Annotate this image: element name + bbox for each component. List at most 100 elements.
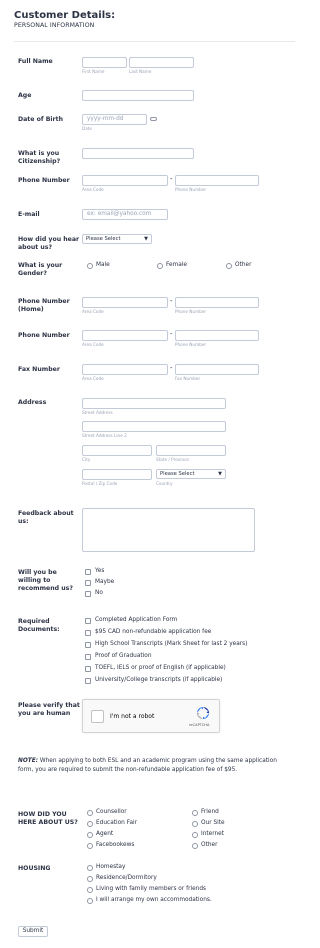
heard-select-value: Please Select xyxy=(86,236,121,242)
heard-site-radio[interactable] xyxy=(192,821,198,827)
heard-internet-radio[interactable] xyxy=(192,832,198,838)
recommend-no-checkbox[interactable] xyxy=(85,591,91,597)
citizenship-input[interactable] xyxy=(82,148,194,159)
housing-option-label: I will arrange my own accommodations. xyxy=(96,897,212,903)
country-select[interactable]: Please Select ▼ xyxy=(156,469,226,479)
phone2-dash: - xyxy=(170,330,173,338)
housing-homestay-radio[interactable] xyxy=(87,865,93,871)
email-label: E-mail xyxy=(18,211,40,218)
dob-input[interactable]: yyyy-mm-dd xyxy=(82,114,147,125)
email-input[interactable]: ex: email@yahoo.com xyxy=(82,209,168,220)
street-input[interactable] xyxy=(82,398,226,409)
gender-other-radio[interactable] xyxy=(226,263,232,269)
doc-label: TOEFL, IELS or proof of English (if appl… xyxy=(95,665,226,671)
doc-checkbox[interactable] xyxy=(85,630,91,636)
heard-option-label: Friend xyxy=(201,809,219,815)
gender-other-label: Other xyxy=(235,262,252,268)
gender-male-radio[interactable] xyxy=(87,263,93,269)
doc-checkbox[interactable] xyxy=(85,654,91,660)
doc-label: High School Transcripts (Mark Sheet for … xyxy=(95,641,248,647)
phone-home-area-sublabel: Area Code xyxy=(82,309,104,314)
captcha-label: Please verify that you are human xyxy=(18,702,80,717)
recommend-no-label: No xyxy=(95,590,103,596)
phone-dash: - xyxy=(170,175,173,183)
doc-checkbox[interactable] xyxy=(85,678,91,684)
state-sublabel: State / Province xyxy=(156,457,189,462)
gender-female-radio[interactable] xyxy=(157,263,163,269)
age-input[interactable] xyxy=(82,90,194,101)
heard-other-radio[interactable] xyxy=(192,843,198,849)
age-label: Age xyxy=(18,92,32,99)
recommend-label: Will you be willing to recommend us? xyxy=(18,569,73,592)
feedback-textarea[interactable] xyxy=(82,508,255,552)
phone-home-number-input[interactable] xyxy=(175,297,259,308)
housing-residence-radio[interactable] xyxy=(87,876,93,882)
street-sublabel: Street Address xyxy=(82,410,113,415)
phone-number-input[interactable] xyxy=(175,175,259,186)
doc-checkbox[interactable] xyxy=(85,642,91,648)
housing-option-label: Homestay xyxy=(96,864,126,870)
phone2-label: Phone Number xyxy=(18,332,70,339)
dob-label: Date of Birth xyxy=(18,116,63,123)
city-sublabel: City xyxy=(82,457,91,462)
phone-home-area-input[interactable] xyxy=(82,297,168,308)
housing-family-radio[interactable] xyxy=(87,887,93,893)
header-divider xyxy=(14,41,295,42)
doc-label: $95 CAD non-refundable application fee xyxy=(95,629,212,635)
heard-option-label: Our Site xyxy=(201,820,225,826)
street2-input[interactable] xyxy=(82,421,226,432)
recommend-yes-checkbox[interactable] xyxy=(85,569,91,575)
heard-agent-radio[interactable] xyxy=(87,832,93,838)
postal-input[interactable] xyxy=(82,469,152,480)
doc-checkbox[interactable] xyxy=(85,618,91,624)
country-select-value: Please Select xyxy=(160,471,195,477)
how-heard-label: HOW DID YOU HERE ABOUT US? xyxy=(18,811,78,826)
phone2-number-sublabel: Phone Number xyxy=(175,342,207,347)
heard-fair-radio[interactable] xyxy=(87,821,93,827)
first-name-input[interactable] xyxy=(82,57,127,68)
recaptcha-checkbox[interactable] xyxy=(91,710,104,723)
phone-home-dash: - xyxy=(170,297,173,305)
housing-own-radio[interactable] xyxy=(87,898,93,904)
heard-select[interactable]: Please Select ▼ xyxy=(82,234,152,244)
heard-friend-radio[interactable] xyxy=(192,810,198,816)
postal-sublabel: Postal / Zip Code xyxy=(82,481,118,486)
first-name-sublabel: First Name xyxy=(82,69,105,74)
form-title: Customer Details: xyxy=(14,10,116,21)
recaptcha-widget: I'm not a robot reCAPTCHA xyxy=(82,699,220,733)
doc-label: University/College transcripts (if appli… xyxy=(95,677,223,683)
fax-area-sublabel: Area Code xyxy=(82,376,104,381)
phone-home-number-sublabel: Phone Number xyxy=(175,309,207,314)
fax-number-input[interactable] xyxy=(175,364,259,375)
doc-label: Proof of Graduation xyxy=(95,653,152,659)
phone-area-input[interactable] xyxy=(82,175,168,186)
gender-label: What is your Gender? xyxy=(18,262,63,277)
phone2-area-input[interactable] xyxy=(82,330,168,341)
fax-area-input[interactable] xyxy=(82,364,168,375)
calendar-icon[interactable] xyxy=(150,117,157,121)
phone-number-sublabel: Phone Number xyxy=(175,187,207,192)
heard-option-label: Internet xyxy=(201,831,225,837)
heard-facebook-radio[interactable] xyxy=(87,843,93,849)
submit-button[interactable]: Submit xyxy=(18,926,48,937)
housing-label: HOUSING xyxy=(18,865,51,872)
recommend-maybe-checkbox[interactable] xyxy=(85,580,91,586)
last-name-input[interactable] xyxy=(129,57,194,68)
chevron-down-icon: ▼ xyxy=(218,471,222,477)
heard-label: How did you hear about us? xyxy=(18,236,80,251)
heard-option-label: Facebookews xyxy=(96,842,135,848)
phone-home-label: Phone Number (Home) xyxy=(18,298,70,313)
doc-checkbox[interactable] xyxy=(85,666,91,672)
heard-counsellor-radio[interactable] xyxy=(87,810,93,816)
housing-option-label: Residence/Dormitory xyxy=(96,875,157,881)
recaptcha-logo-icon xyxy=(197,707,209,719)
state-input[interactable] xyxy=(156,445,226,456)
heard-option-label: Other xyxy=(201,842,218,848)
city-input[interactable] xyxy=(82,445,152,456)
fax-dash: - xyxy=(170,364,173,372)
last-name-sublabel: Last Name xyxy=(129,69,152,74)
note-text: When applying to both ESL and an academi… xyxy=(18,758,277,773)
phone2-number-input[interactable] xyxy=(175,330,259,341)
recommend-yes-label: Yes xyxy=(95,568,105,574)
fax-label: Fax Number xyxy=(18,366,60,373)
